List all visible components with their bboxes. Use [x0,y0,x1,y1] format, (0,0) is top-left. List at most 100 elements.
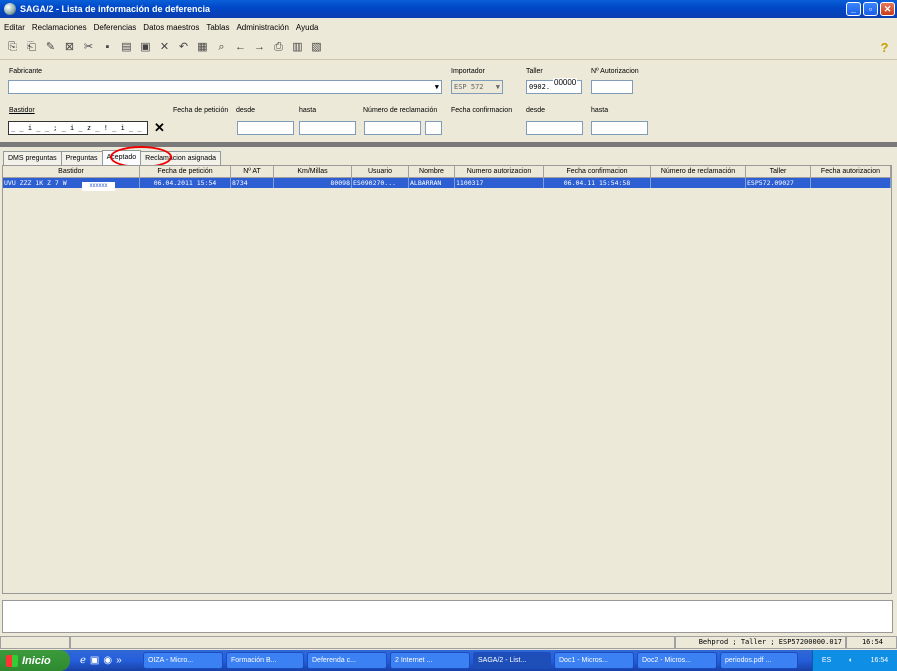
forward-icon[interactable]: → [253,41,266,54]
attach-icon[interactable]: ▧ [310,41,323,54]
task-formacion[interactable]: Formación B... [226,652,304,669]
menu-datos-maestros[interactable]: Datos maestros [143,23,199,32]
tab-dms-preguntas[interactable]: DMS preguntas [3,151,62,165]
print-icon[interactable]: ⎙ [272,41,285,54]
desde2-label: desde [526,107,546,114]
barcode-icon[interactable]: ▥ [291,41,304,54]
start-button[interactable]: Inicio [0,650,70,671]
fecha-confirmacion-hasta-input[interactable] [591,121,648,135]
col-fecha-peticion[interactable]: Fecha de petición [140,166,231,178]
minimize-button[interactable]: _ [846,2,861,16]
save-icon[interactable]: ▪ [101,41,114,54]
network-icon[interactable]: ◐ [849,657,853,664]
fecha-peticion-hasta-input[interactable] [299,121,356,135]
table-row[interactable]: UVU ZZZ 1K Z 7 W 06.04.2011 15:54 8734 8… [3,178,891,188]
redaction-mask: xxxxxx [82,182,115,191]
num-reclamacion-suffix-input[interactable] [425,121,442,135]
fecha-confirmacion-desde-input[interactable] [526,121,583,135]
window-title: SAGA/2 - Lista de información de deferen… [20,4,211,14]
fecha-confirmacion-label: Fecha confirmacion [451,107,513,114]
desde-label: desde [236,107,256,114]
autorizacion-label: Nº Autorizacion [591,68,639,75]
cell-taller: ESP572.09027 [746,178,811,188]
toolbar: ⎘ ⎗ ✎ ⊠ ✂ ▪ ▤ ▣ ✕ ↶ ▦ ⌕ ← → ⎙ ▥ ▧ ? [0,36,897,60]
maximize-button[interactable]: ▫ [863,2,878,16]
col-numero-reclamacion[interactable]: Número de reclamación [651,166,746,178]
chevron-down-icon: ▼ [495,83,500,91]
fabricante-select[interactable]: ▼ [8,80,442,94]
menu-ayuda[interactable]: Ayuda [296,23,319,32]
task-doc2[interactable]: Doc2 - Micros... [637,652,717,669]
cell-fecha-peticion: 06.04.2011 15:54 [140,178,231,188]
col-fecha-confirmacion[interactable]: Fecha confirmacion [544,166,651,178]
menu-tablas[interactable]: Tablas [206,23,229,32]
language-indicator[interactable]: ES [822,657,831,664]
ie-icon[interactable]: ℯ [80,655,86,666]
menu-deferencias[interactable]: Deferencias [94,23,137,32]
taskbar: Inicio ℯ ▣ ◉ » OIZA - Micro... Formación… [0,650,897,671]
document-icon[interactable]: ▤ [120,41,133,54]
cell-numero-autorizacion: 1100317 [455,178,544,188]
importador-label: Importador [451,68,485,75]
status-time: 16:54 [846,636,897,649]
app-icon [4,3,16,15]
back-icon[interactable]: ← [234,41,247,54]
fecha-peticion-desde-input[interactable] [237,121,294,135]
col-bastidor[interactable]: Bastidor [3,166,140,178]
col-taller[interactable]: Taller [746,166,811,178]
num-reclamacion-label: Número de reclamación [363,107,438,114]
new-icon[interactable]: ⎘ [6,41,19,54]
fecha-peticion-label: Fecha de petición [173,107,229,114]
cell-nombre: ALBARRAN [409,178,455,188]
edit-icon[interactable]: ✎ [44,41,57,54]
col-numero-autorizacion[interactable]: Numero autorizacion [455,166,544,178]
status-seg-2 [70,636,675,649]
notes-icon[interactable]: ▣ [139,41,152,54]
close-button[interactable]: ✕ [880,2,895,16]
col-km-millas[interactable]: Km/Millas [274,166,352,178]
folder-icon[interactable]: ▣ [90,655,99,666]
status-bar: Behprod ; Taller ; ESP57200000.017 16:54 [0,636,897,649]
col-num-at[interactable]: Nº AT [231,166,274,178]
cancel-icon[interactable]: ✕ [158,41,171,54]
taller-overlay: 00000 [553,78,578,87]
task-internet[interactable]: 2 Internet ... [390,652,470,669]
firefox-icon[interactable]: ◉ [103,655,112,666]
col-fecha-autorizacion[interactable]: Fecha autorizacion [811,166,891,178]
autorizacion-input[interactable] [591,80,633,94]
menu-administracion[interactable]: Administración [236,23,288,32]
help-icon[interactable]: ? [878,41,891,54]
cell-fecha-confirmacion: 06.04.11 15:54:58 [544,178,651,188]
col-usuario[interactable]: Usuario [352,166,409,178]
tab-preguntas[interactable]: Preguntas [60,151,103,165]
bastidor-input[interactable]: _ _ i _ _ ; _ i _ z _ ! _ i _ _ , [8,121,148,135]
importador-select[interactable]: ESP 572 ▼ [451,80,503,94]
undo-icon[interactable]: ↶ [177,41,190,54]
system-tray: ES ◐ 16:54 [812,650,897,671]
task-saga[interactable]: SAGA/2 - List... [473,652,551,669]
task-doc1[interactable]: Doc1 - Micros... [554,652,634,669]
results-grid: Bastidor Fecha de petición Nº AT Km/Mill… [2,165,892,594]
bastidor-label: Bastidor [9,107,35,114]
cut-icon[interactable]: ✂ [82,41,95,54]
taller-label: Taller [526,68,543,75]
cell-fecha-autorizacion [811,178,891,188]
cell-num-at: 8734 [231,178,274,188]
copy-icon[interactable]: ⎗ [25,41,38,54]
preview-icon[interactable]: ⌕ [215,41,228,54]
task-periodos[interactable]: periodos.pdf ... [720,652,798,669]
col-nombre[interactable]: Nombre [409,166,455,178]
search-doc-icon[interactable]: ▦ [196,41,209,54]
task-oiza[interactable]: OIZA - Micro... [143,652,223,669]
hasta-label: hasta [299,107,317,114]
num-reclamacion-input[interactable] [364,121,421,135]
menu-reclamaciones[interactable]: Reclamaciones [32,23,87,32]
menu-editar[interactable]: Editar [4,23,25,32]
chevron-right-icon[interactable]: » [116,655,122,666]
task-deferenda[interactable]: Deferenda c... [307,652,387,669]
cell-bastidor: UVU ZZZ 1K Z 7 W [3,178,140,188]
chevron-down-icon[interactable]: ▼ [435,81,439,93]
clear-icon[interactable]: ✕ [154,120,165,136]
cell-numero-reclamacion [651,178,746,188]
delete-icon[interactable]: ⊠ [63,41,76,54]
